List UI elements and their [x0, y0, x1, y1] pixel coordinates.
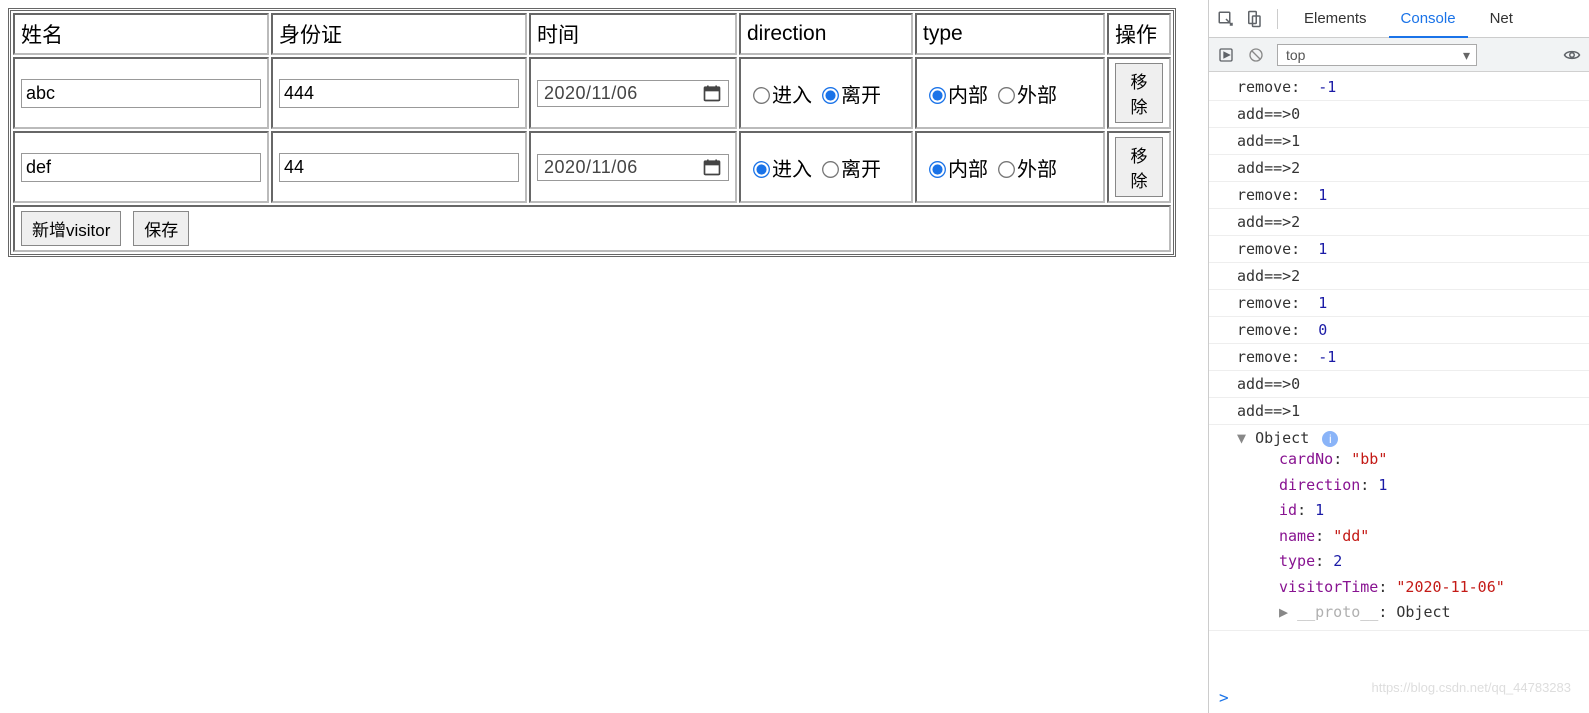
radio-enter[interactable] [753, 88, 770, 105]
radio-inner[interactable] [929, 162, 946, 179]
visitor-table: 姓名 身份证 时间 direction type 操作 2020/11/06 进入… [8, 8, 1176, 257]
table-row: 2020/11/06 进入 离开 内部 外部 移除 [13, 131, 1171, 203]
header-type: type [915, 13, 1105, 55]
date-value: 2020/11/06 [544, 83, 638, 104]
radio-outer[interactable] [998, 162, 1015, 179]
tab-elements[interactable]: Elements [1292, 0, 1379, 38]
radio-leave[interactable] [822, 88, 839, 105]
tab-network[interactable]: Net [1478, 0, 1525, 38]
label-outer: 外部 [1017, 159, 1057, 181]
separator [1277, 9, 1278, 29]
label-enter: 进入 [772, 85, 812, 107]
devtools-header: Elements Console Net [1209, 0, 1589, 38]
remove-button[interactable]: 移除 [1115, 63, 1163, 123]
calendar-icon[interactable] [702, 83, 722, 103]
label-outer: 外部 [1017, 85, 1057, 107]
add-visitor-button[interactable]: 新增visitor [21, 211, 121, 246]
label-inner: 内部 [948, 85, 988, 107]
console-log-line: add==>0 [1209, 371, 1589, 398]
label-enter: 进入 [772, 159, 812, 181]
name-input[interactable] [21, 153, 261, 182]
inspect-icon[interactable] [1217, 10, 1235, 28]
console-log-line: remove: -1 [1209, 344, 1589, 371]
calendar-icon[interactable] [702, 157, 722, 177]
radio-enter[interactable] [753, 162, 770, 179]
table-header-row: 姓名 身份证 时间 direction type 操作 [13, 13, 1171, 55]
console-log-line: remove: -1 [1209, 74, 1589, 101]
console-log-line: add==>2 [1209, 155, 1589, 182]
console-toolbar: top [1209, 38, 1589, 72]
header-time: 时间 [529, 13, 737, 55]
header-op: 操作 [1107, 13, 1171, 55]
console-log-line: remove: 1 [1209, 182, 1589, 209]
context-selector[interactable]: top [1277, 44, 1477, 66]
remove-button[interactable]: 移除 [1115, 137, 1163, 197]
date-value: 2020/11/06 [544, 157, 638, 178]
device-icon[interactable] [1245, 10, 1263, 28]
console-log-line: add==>2 [1209, 209, 1589, 236]
prompt-icon: > [1219, 688, 1229, 707]
console-log-line: remove: 0 [1209, 317, 1589, 344]
main-form-panel: 姓名 身份证 时间 direction type 操作 2020/11/06 进入… [0, 0, 1208, 713]
table-row: 2020/11/06 进入 离开 内部 外部 移除 [13, 57, 1171, 129]
header-name: 姓名 [13, 13, 269, 55]
table-footer-row: 新增visitor 保存 [13, 205, 1171, 252]
devtools-panel: Elements Console Net top remove: -1add==… [1208, 0, 1589, 713]
console-log-line: add==>0 [1209, 101, 1589, 128]
console-log-line: remove: 1 [1209, 236, 1589, 263]
idcard-input[interactable] [279, 153, 519, 182]
console-log-line: add==>2 [1209, 263, 1589, 290]
info-icon: i [1322, 431, 1338, 447]
radio-inner[interactable] [929, 88, 946, 105]
date-input[interactable]: 2020/11/06 [537, 80, 729, 107]
tab-console[interactable]: Console [1389, 0, 1468, 38]
date-input[interactable]: 2020/11/06 [537, 154, 729, 181]
play-icon[interactable] [1217, 46, 1235, 64]
name-input[interactable] [21, 79, 261, 108]
live-expression-icon[interactable] [1563, 46, 1581, 64]
idcard-input[interactable] [279, 79, 519, 108]
console-log-line: add==>1 [1209, 128, 1589, 155]
label-inner: 内部 [948, 159, 988, 181]
save-button[interactable]: 保存 [133, 211, 189, 246]
console-object[interactable]: ▼ Object icardNo: "bb"direction: 1id: 1n… [1209, 425, 1589, 631]
radio-leave[interactable] [822, 162, 839, 179]
label-leave: 离开 [841, 85, 881, 107]
console-log-line: add==>1 [1209, 398, 1589, 425]
console-prompt[interactable]: > [1209, 682, 1589, 713]
clear-console-icon[interactable] [1247, 46, 1265, 64]
label-leave: 离开 [841, 159, 881, 181]
header-direction: direction [739, 13, 913, 55]
console-output[interactable]: remove: -1add==>0add==>1add==>2remove: 1… [1209, 72, 1589, 682]
radio-outer[interactable] [998, 88, 1015, 105]
console-log-line: remove: 1 [1209, 290, 1589, 317]
header-idcard: 身份证 [271, 13, 527, 55]
